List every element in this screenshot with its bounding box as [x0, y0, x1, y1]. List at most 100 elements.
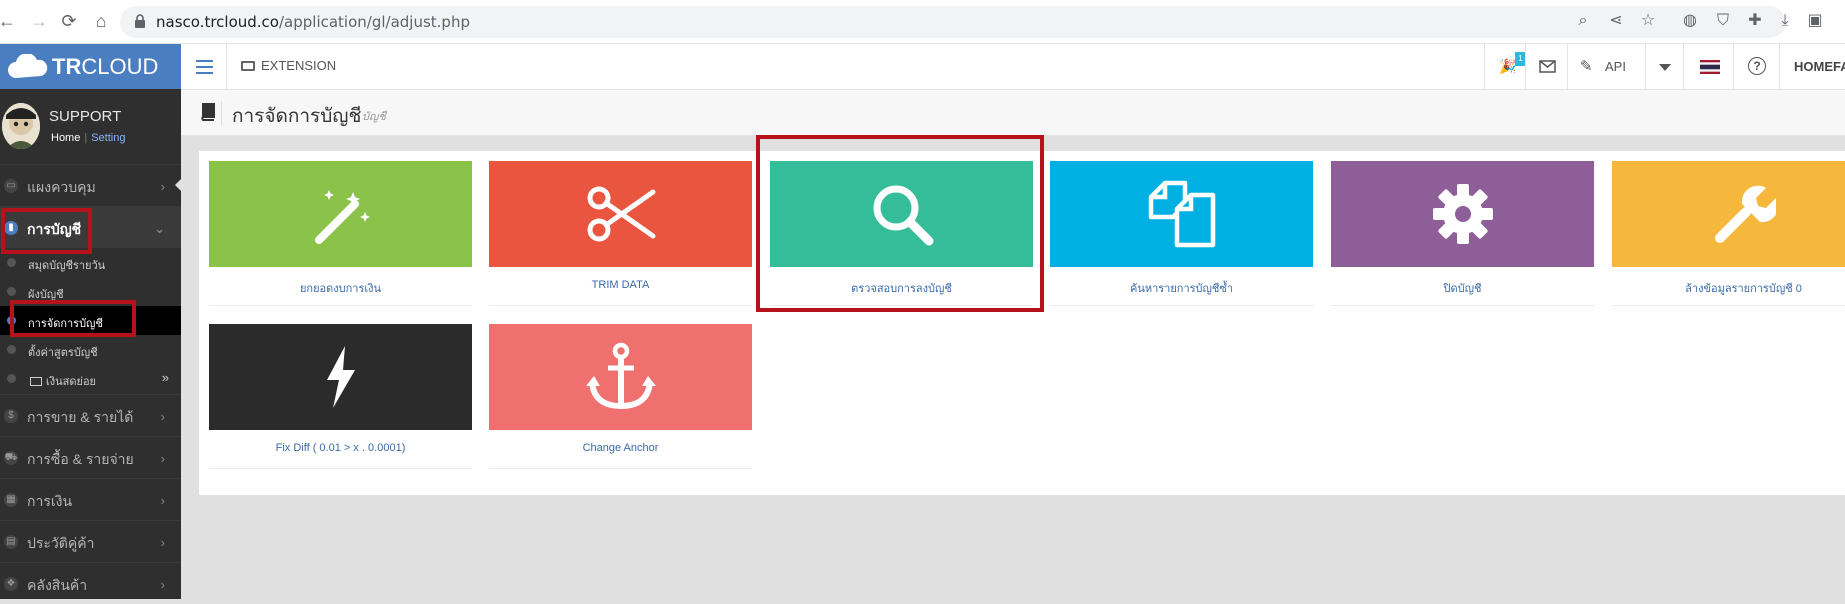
bolt-icon: [326, 346, 355, 408]
chevron-right-icon: ›: [160, 409, 165, 424]
sidebar-item-label: การซื้อ & รายจ่าย: [27, 451, 134, 467]
sidebar-item-label: การเงิน: [27, 493, 73, 509]
side-panel-icon[interactable]: ▣: [1805, 11, 1825, 31]
back-arrow-icon[interactable]: ←: [0, 10, 18, 32]
tile-label: ล้างข้อมูลรายการบัญชี 0: [1685, 283, 1802, 295]
chevron-right-icon: ›: [160, 535, 165, 550]
sub-item-label: สมุดบัญชีรายวัน: [28, 260, 106, 272]
dropdown-button[interactable]: [1645, 44, 1683, 90]
tile-change-anchor[interactable]: Change Anchor: [489, 324, 752, 469]
chevron-right-icon: ›: [160, 577, 165, 592]
scissors-icon: [587, 186, 655, 242]
chevron-right-icon: ›: [160, 493, 165, 508]
home-link[interactable]: Home: [51, 132, 80, 144]
chevron-down-icon: ⌄: [154, 221, 165, 236]
tile-swatch: [1050, 161, 1313, 267]
tile-swatch: [489, 161, 752, 267]
language-button[interactable]: [1683, 44, 1733, 90]
cubes-icon: ❖: [4, 577, 18, 591]
setting-link[interactable]: Setting: [91, 132, 125, 144]
cart-icon: ⛟: [4, 451, 18, 465]
mail-button[interactable]: [1525, 44, 1567, 90]
sidebar-item-finance[interactable]: ▦ การเงิน ›: [0, 478, 181, 520]
wrench-icon: [1714, 185, 1776, 243]
bullet-icon: [7, 258, 16, 267]
sidebar-item-label: คลังสินค้า: [27, 577, 88, 593]
lock-icon: [135, 14, 145, 28]
share-icon[interactable]: ⋖: [1606, 11, 1626, 31]
contact-card-icon: ▤: [4, 535, 18, 549]
sub-item-label: ตั้งค่าสูตรบัญชี: [28, 347, 98, 359]
tile-fix-diff[interactable]: Fix Diff ( 0.01 > x . 0.0001): [209, 324, 472, 469]
download-icon[interactable]: ⤓: [1775, 11, 1795, 31]
gear-icon: [1432, 184, 1493, 244]
address-bar[interactable]: nasco.trcloud.co/application/gl/adjust.p…: [120, 6, 1785, 38]
reload-icon[interactable]: ⟳: [58, 10, 80, 32]
profile-links: Home | Setting: [51, 132, 126, 144]
tile-close-books[interactable]: ปิดบัญชี: [1331, 161, 1594, 306]
book-icon: [201, 103, 215, 121]
magic-wand-icon: [314, 190, 370, 244]
tile-trim-data[interactable]: TRIM DATA: [489, 161, 752, 306]
monitor-icon: ▭: [4, 179, 18, 193]
tile-swatch: [1331, 161, 1594, 267]
calendar-icon: ▦: [4, 493, 18, 507]
plug-icon: ✎: [1580, 58, 1593, 75]
envelope-icon: [1539, 60, 1556, 73]
sidebar-item-partners[interactable]: ▤ ประวัติคู่ค้า ›: [0, 520, 181, 562]
thai-flag-icon: [1700, 60, 1720, 74]
sub-item-account-formula[interactable]: ตั้งค่าสูตรบัญชี: [0, 335, 181, 364]
chevron-right-icon: ›: [160, 451, 165, 466]
bullet-icon: [7, 287, 16, 296]
double-chevron-icon: »: [161, 370, 169, 385]
extension-shield-icon[interactable]: ⛉: [1713, 11, 1733, 31]
anchor-icon: [585, 342, 656, 410]
extensions-puzzle-icon[interactable]: ✚: [1745, 11, 1765, 31]
sidebar-item-sales[interactable]: $ การขาย & รายได้ ›: [0, 394, 181, 436]
notification-button[interactable]: 🎉 1: [1484, 44, 1526, 90]
url-text: nasco.trcloud.co/application/gl/adjust.p…: [156, 13, 470, 31]
tile-label: ปิดบัญชี: [1443, 283, 1482, 295]
sidebar-item-inventory[interactable]: ❖ คลังสินค้า ›: [0, 562, 181, 604]
extension-chat-icon[interactable]: ◍: [1680, 11, 1700, 31]
tile-find-duplicates[interactable]: ค้นหารายการบัญชีซ้ำ: [1050, 161, 1313, 306]
sub-item-petty-cash[interactable]: เงินสดย่อย »: [0, 364, 181, 393]
hamburger-menu-button[interactable]: [181, 44, 227, 90]
sub-item-label: เงินสดย่อย: [30, 372, 96, 390]
company-menu[interactable]: HOMEFA: [1779, 44, 1845, 90]
question-icon: ?: [1748, 57, 1766, 75]
avatar[interactable]: [2, 103, 40, 149]
help-button[interactable]: ?: [1733, 44, 1779, 90]
bullet-icon: [7, 345, 16, 354]
caret-down-icon: [1659, 64, 1671, 71]
browser-toolbar: ← → ⟳ ⌂ nasco.trcloud.co/application/gl/…: [0, 0, 1845, 44]
sidebar-item-label: การขาย & รายได้: [27, 409, 134, 425]
bookmark-star-icon[interactable]: ☆: [1638, 11, 1658, 31]
tile-carry-forward[interactable]: ยกยอดงบการเงิน: [209, 161, 472, 306]
tile-swatch: [1612, 161, 1845, 267]
tile-label: Change Anchor: [582, 442, 659, 454]
brand-logo[interactable]: TRCLOUD: [0, 44, 181, 89]
id-card-icon: [30, 377, 42, 386]
profile-name: SUPPORT: [49, 108, 122, 125]
dollar-icon: $: [4, 409, 18, 423]
api-button[interactable]: ✎ API: [1567, 44, 1645, 90]
zoom-icon[interactable]: ⌕: [1573, 11, 1593, 31]
extension-button[interactable]: EXTENSION: [241, 58, 336, 73]
tile-clear-zero-entries[interactable]: ล้างข้อมูลรายการบัญชี 0: [1612, 161, 1845, 306]
annotation-box-accounting: [1, 208, 92, 254]
forward-arrow-icon[interactable]: →: [28, 10, 50, 32]
page-subtitle: บัญชี: [362, 111, 386, 123]
chevron-right-icon: ›: [160, 179, 165, 194]
annotation-box-audit-tile: [756, 135, 1044, 312]
sidebar-item-dashboard[interactable]: ▭ แผงควบคุม ›: [0, 164, 181, 206]
tile-label: ค้นหารายการบัญชีซ้ำ: [1129, 283, 1234, 295]
sidebar-item-purchases[interactable]: ⛟ การซื้อ & รายจ่าย ›: [0, 436, 181, 478]
tile-label: TRIM DATA: [591, 279, 650, 291]
tile-swatch: [209, 161, 472, 267]
home-icon[interactable]: ⌂: [90, 10, 112, 32]
sidebar-item-label: ประวัติคู่ค้า: [27, 535, 95, 551]
tile-label: Fix Diff ( 0.01 > x . 0.0001): [275, 442, 406, 454]
copy-icon: [1148, 180, 1215, 248]
page-header: การจัดการบัญชี บัญชี: [181, 90, 1845, 136]
